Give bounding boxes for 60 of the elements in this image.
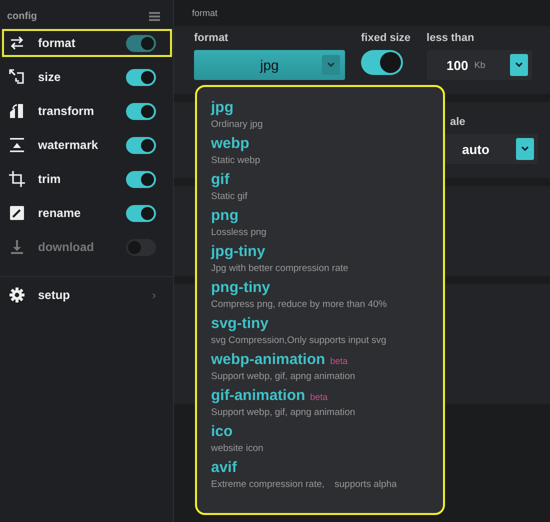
chevron-down-icon[interactable]	[510, 54, 528, 76]
format-option[interactable]: ico	[211, 423, 233, 441]
format-option[interactable]: jpg-tiny	[211, 243, 266, 261]
toggle-switch[interactable]	[126, 170, 156, 188]
toggle-switch[interactable]	[126, 102, 156, 120]
rotate-icon	[9, 103, 25, 119]
sidebar-title: config	[7, 10, 37, 22]
chevron-down-icon	[516, 138, 534, 160]
option-description: Static webp	[211, 154, 262, 167]
edit-icon	[9, 205, 25, 221]
swap-arrows-icon	[9, 35, 25, 51]
option-description: Static gif	[211, 190, 248, 203]
option-description: Extreme compression rate, supports alpha	[211, 478, 398, 491]
setup-item[interactable]: setup ›	[2, 281, 172, 309]
size-limit-field[interactable]: 100 Kb	[426, 50, 532, 80]
field-label: format	[194, 32, 230, 44]
toggle-switch[interactable]	[126, 238, 156, 256]
format-option[interactable]: png	[211, 207, 238, 225]
toggle-switch[interactable]	[126, 204, 156, 222]
format-option[interactable]: avif	[211, 459, 237, 477]
toggle-switch[interactable]	[126, 34, 156, 52]
download-icon	[9, 239, 25, 255]
crop-icon	[9, 171, 25, 187]
option-description: Support webp, gif, apng animation	[211, 406, 356, 419]
format-option[interactable]: webp	[211, 135, 250, 153]
option-description: svg Compression,Only supports input svg	[211, 334, 388, 347]
option-description: Ordinary jpg	[211, 118, 264, 131]
align-icon	[9, 137, 25, 153]
format-option[interactable]: svg-tiny	[211, 315, 269, 333]
chevron-down-icon	[322, 55, 340, 75]
settings-icon	[9, 287, 25, 303]
sidebar-item[interactable]: trim	[2, 165, 172, 193]
option-description: Jpg with better compression rate	[211, 262, 350, 275]
sidebar-item[interactable]: transform	[2, 97, 172, 125]
toggle-switch[interactable]	[126, 136, 156, 154]
menu-icon[interactable]	[149, 12, 160, 20]
beta-tag: beta	[310, 392, 328, 402]
format-select[interactable]: jpg	[194, 50, 345, 80]
format-option[interactable]: png-tiny	[211, 279, 270, 297]
format-option[interactable]: webp-animation	[211, 351, 326, 369]
option-description: Lossless png	[211, 226, 268, 239]
section-title: format	[191, 7, 219, 18]
format-option[interactable]: jpg	[211, 99, 234, 117]
toggle-switch[interactable]	[126, 68, 156, 86]
sidebar-item[interactable]: rename	[2, 199, 172, 227]
field-label: ale	[450, 116, 466, 128]
format-option[interactable]: gif	[211, 171, 230, 189]
resize-icon	[9, 69, 25, 85]
toggle-switch[interactable]	[361, 50, 403, 75]
sidebar-item[interactable]: size	[2, 63, 172, 91]
option-description: Compress png, reduce by more than 40%	[211, 298, 388, 311]
sidebar-item[interactable]: download	[2, 233, 172, 261]
field-label: less than	[426, 32, 476, 44]
option-description: website icon	[211, 442, 264, 455]
format-option[interactable]: gif-animation	[211, 387, 306, 405]
beta-tag: beta	[330, 356, 348, 366]
option-description: Support webp, gif, apng animation	[211, 370, 356, 383]
field-label: fixed size	[361, 32, 411, 44]
sidebar-item[interactable]: format	[2, 29, 172, 57]
sidebar-item[interactable]: watermark	[2, 131, 172, 159]
